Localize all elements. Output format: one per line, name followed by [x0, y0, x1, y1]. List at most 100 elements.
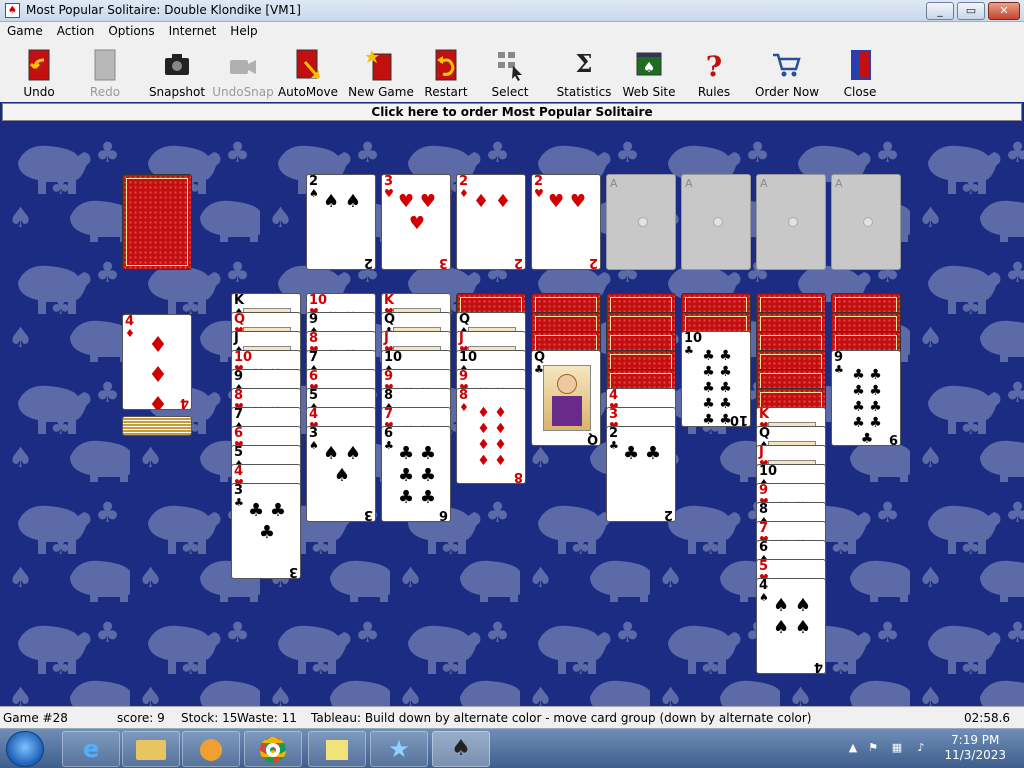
start-button[interactable] [6, 731, 44, 767]
svg-text:♠: ♠ [643, 60, 656, 76]
card-pips: ♣ ♣ ♣ ♣ ♣ ♣ ♣ ♣ ♣ [852, 367, 882, 446]
game-timer: 02:58.6 [964, 711, 1011, 725]
taskbar-ie[interactable]: e [62, 731, 120, 767]
court-card-face [543, 365, 591, 431]
tableau-8-card[interactable]: 4 ♠ ♠ ♠ ♠ ♠ 4 [756, 578, 826, 674]
card-suit: ♥ [384, 187, 394, 200]
action-center-icon[interactable]: ⚑ [866, 741, 880, 755]
tableau-1-card[interactable]: 3 ♣ ♣ ♣ ♣ 3 [231, 483, 301, 579]
minimize-button[interactable]: _ [926, 2, 954, 20]
card-rank-bottom: Q [586, 431, 598, 446]
tableau-3-card[interactable]: 6 ♣ ♣ ♣ ♣ ♣ ♣ ♣ 6 [381, 426, 451, 522]
camera-icon [165, 54, 189, 75]
foundation-pile-6-empty[interactable]: A [681, 174, 751, 270]
select-button[interactable]: Select [477, 46, 543, 99]
foundation-pile-7-empty[interactable]: A [756, 174, 826, 270]
window-title: Most Popular Solitaire: Double Klondike … [26, 3, 301, 17]
card-rank-bottom: 9 [888, 431, 898, 446]
card-suit: ♣ [609, 439, 619, 452]
show-hidden-icons-icon[interactable]: ▲ [846, 741, 860, 755]
question-icon: ? [706, 50, 722, 82]
select-icon [498, 52, 522, 81]
card-pips: ♦ ♦ ♦ ♦ ♦ ♦ ♦ ♦ [477, 405, 507, 469]
cart-icon [773, 53, 801, 77]
taskbar-explorer[interactable] [122, 731, 180, 767]
close-button[interactable]: Close [827, 46, 893, 99]
menu-options[interactable]: Options [101, 22, 161, 38]
sticky-notes-icon [326, 740, 348, 760]
undosnap-button[interactable]: UndoSnap [210, 46, 276, 99]
new-game-button[interactable]: New Game [348, 46, 414, 99]
automove-button[interactable]: AutoMove [275, 46, 341, 99]
volume-icon[interactable]: ♪ [914, 741, 928, 755]
network-icon[interactable]: ▦ [890, 741, 904, 755]
empty-foundation-label: A [760, 177, 768, 190]
menu-help[interactable]: Help [223, 22, 264, 38]
menu-bar: Game Action Options Internet Help [0, 22, 1024, 42]
foundation-pile-8-empty[interactable]: A [831, 174, 901, 270]
order-now-button[interactable]: Order Now [754, 46, 820, 99]
statistics-button[interactable]: Σ Statistics [551, 46, 617, 99]
card-pips: ♠ ♠ ♠ ♠ [773, 595, 811, 638]
card-rank-bottom: 2 [513, 255, 523, 270]
undo-button[interactable]: Undo [6, 46, 72, 99]
clock[interactable]: 7:19 PM 11/3/2023 [944, 733, 1006, 763]
card-rank-bottom: 6 [438, 507, 448, 522]
card-rank-bottom: 3 [288, 564, 298, 579]
tableau-7-card[interactable]: 10 ♣ ♣ ♣ ♣ ♣ ♣ ♣ ♣ ♣ ♣ ♣ 10 [681, 331, 751, 427]
tableau-2-card[interactable]: 3 ♠ ♠ ♠ ♠ 3 [306, 426, 376, 522]
new-game-icon [366, 50, 392, 81]
title-bar: ♠ Most Popular Solitaire: Double Klondik… [0, 0, 1024, 22]
game-table[interactable]: ♣ ♠ ♣ 4♦ ♦ ♦♦ ♦ 4 2♠♠ ♠23♥♥ ♥♥ 32♦♦ ♦22♥… [0, 122, 1024, 706]
taskbar-media-player[interactable] [182, 731, 240, 767]
empty-foundation-label: A [835, 177, 843, 190]
card-suit: ♣ [684, 344, 694, 357]
tableau-9-card[interactable]: 9 ♣ ♣ ♣ ♣ ♣ ♣ ♣ ♣ ♣ ♣ 9 [831, 350, 901, 446]
tableau-5-card[interactable]: Q ♣ Q [531, 350, 601, 446]
card-rank-bottom: 3 [363, 507, 373, 522]
maximize-button[interactable]: ▭ [957, 2, 985, 20]
card-pips: ♣ ♣ ♣ [248, 500, 286, 543]
card-suit: ♣ [234, 496, 244, 509]
stock-pile[interactable] [122, 174, 192, 270]
rules-button[interactable]: ? Rules [681, 46, 747, 99]
foundation-pile-3[interactable]: 2 ♦ ♦ ♦ 2 [456, 174, 526, 270]
menu-game[interactable]: Game [0, 22, 50, 38]
foundation-pile-1[interactable]: 2 ♠ ♠ ♠ 2 [306, 174, 376, 270]
order-banner[interactable]: Click here to order Most Popular Solitai… [2, 103, 1022, 121]
taskbar-solitaire[interactable]: ♠ [432, 731, 490, 767]
website-button[interactable]: ♠ Web Site [616, 46, 682, 99]
website-icon: ♠ [636, 52, 662, 76]
solitaire-icon: ♠ [451, 736, 471, 761]
snapshot-button[interactable]: Snapshot [144, 46, 210, 99]
empty-foundation-label: A [610, 177, 618, 190]
foundation-pile-4[interactable]: 2 ♥ ♥ ♥ 2 [531, 174, 601, 270]
taskbar: e ★ ♠ ▲ ⚑ ▦ ♪ 7:19 PM 11/3/2023 [0, 728, 1024, 768]
card-rank-bottom: 10 [729, 412, 748, 427]
media-player-icon [200, 739, 222, 761]
restart-icon [435, 49, 457, 81]
menu-action[interactable]: Action [50, 22, 102, 38]
tableau-6-card[interactable]: 2 ♣ ♣ ♣ 2 [606, 426, 676, 522]
taskbar-notes[interactable] [308, 731, 366, 767]
card-suit: ♦ [459, 401, 469, 414]
card-suit: ♠ [309, 187, 319, 200]
card-pips: ♣ ♣ ♣ ♣ ♣ ♣ [398, 443, 436, 508]
score: score: 9 [117, 711, 165, 725]
close-window-button[interactable]: ✕ [988, 2, 1020, 20]
waste-top-card[interactable]: 4♦ ♦ ♦♦ ♦ 4 [122, 314, 192, 410]
status-hint: Tableau: Build down by alternate color -… [311, 711, 812, 725]
taskbar-chrome[interactable] [244, 731, 302, 767]
card-pips: ♦ ♦ [473, 191, 511, 212]
chrome-icon [260, 737, 286, 763]
clock-time: 7:19 PM [951, 733, 1000, 747]
foundation-pile-2[interactable]: 3 ♥ ♥ ♥ ♥ 3 [381, 174, 451, 270]
card-suit: ♥ [534, 187, 544, 200]
restart-button[interactable]: Restart [413, 46, 479, 99]
foundation-pile-5-empty[interactable]: A [606, 174, 676, 270]
tableau-4-card[interactable]: 8 ♦ ♦ ♦ ♦ ♦ ♦ ♦ ♦ ♦ 8 [456, 388, 526, 484]
redo-button[interactable]: Redo [72, 46, 138, 99]
taskbar-star-app[interactable]: ★ [370, 731, 428, 767]
menu-internet[interactable]: Internet [162, 22, 224, 38]
card-rank-bottom: 8 [513, 469, 523, 484]
